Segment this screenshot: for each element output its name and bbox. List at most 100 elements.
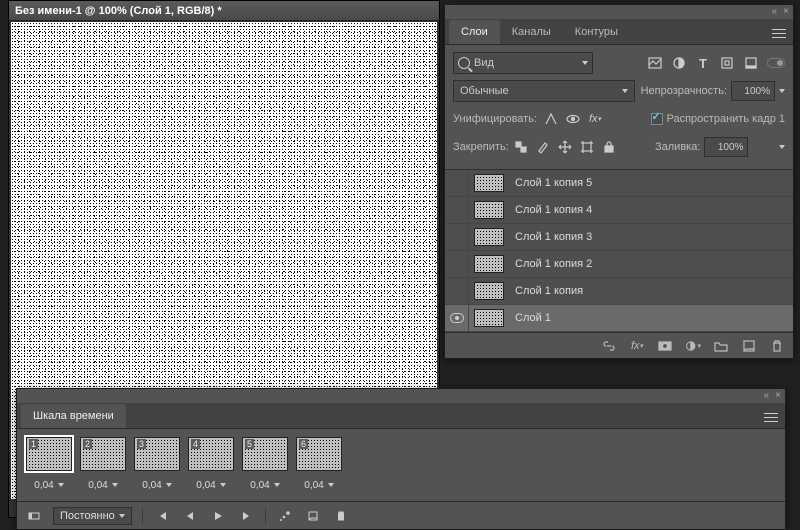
collapse-icon[interactable]: « [772,7,778,17]
frame-thumbnail[interactable]: 2 [80,437,126,471]
chevron-down-icon [622,89,628,93]
chevron-down-icon [58,483,64,487]
image-filter-icon[interactable] [647,55,663,71]
new-layer-icon[interactable] [741,338,757,354]
chevron-down-icon [220,483,226,487]
layer-row[interactable]: Слой 1 копия 5 [445,170,793,197]
shape-filter-icon[interactable] [719,55,735,71]
blend-mode-select[interactable]: Обычные [453,80,635,102]
visibility-toggle[interactable] [445,224,469,250]
delete-frame-icon[interactable] [332,507,350,525]
frame-delay-select[interactable]: 0,04 [81,477,125,493]
frame[interactable]: 30,04 [133,437,181,493]
layer-thumbnail[interactable] [469,278,509,304]
convert-timeline-icon[interactable] [25,507,43,525]
layer-filter-select[interactable] [453,52,593,74]
smart-filter-icon[interactable] [743,55,759,71]
panel-tabs: Слои Каналы Контуры [445,19,793,45]
adjustment-filter-icon[interactable] [671,55,687,71]
layer-row[interactable]: Слой 1 [445,305,793,332]
frame-delay-select[interactable]: 0,04 [189,477,233,493]
link-icon[interactable] [601,338,617,354]
visibility-toggle[interactable] [445,305,469,331]
frame-thumbnail[interactable]: 1 [26,437,72,471]
layer-name[interactable]: Слой 1 копия 5 [509,177,592,189]
frame[interactable]: 10,04 [25,437,73,493]
lock-transparency-icon[interactable] [513,140,529,154]
frame-thumbnail[interactable]: 5 [242,437,288,471]
layer-thumbnail[interactable] [469,305,509,331]
fx-icon[interactable]: fx▾ [629,338,645,354]
frame-thumbnail[interactable]: 6 [296,437,342,471]
filter-toggle[interactable] [767,58,785,68]
layer-thumbnail[interactable] [469,224,509,250]
close-icon[interactable]: × [775,391,781,401]
frame-thumbnail[interactable]: 4 [188,437,234,471]
layer-row[interactable]: Слой 1 копия [445,278,793,305]
document-titlebar[interactable]: Без имени-1 @ 100% (Слой 1, RGB/8) * [9,1,439,21]
type-filter-icon[interactable]: T [695,55,711,71]
frame-delay-select[interactable]: 0,04 [297,477,341,493]
layer-name[interactable]: Слой 1 копия 3 [509,231,592,243]
tab-paths[interactable]: Контуры [563,20,630,44]
layer-thumbnail[interactable] [469,197,509,223]
tab-timeline[interactable]: Шкала времени [21,404,126,428]
frame-number: 2 [83,439,92,449]
visibility-toggle[interactable] [445,197,469,223]
layer-filter-input[interactable] [474,57,534,69]
group-icon[interactable] [713,338,729,354]
lock-pixels-icon[interactable] [535,140,551,154]
frame[interactable]: 50,04 [241,437,289,493]
frame[interactable]: 20,04 [79,437,127,493]
layers-panel-footer: fx▾ ▾ [445,332,793,358]
play-icon[interactable] [209,507,227,525]
layer-name[interactable]: Слой 1 копия [509,285,583,297]
frame-delay-select[interactable]: 0,04 [135,477,179,493]
tab-channels[interactable]: Каналы [500,20,563,44]
chevron-down-icon[interactable] [779,145,785,149]
unify-position-icon[interactable] [543,112,559,126]
chevron-down-icon[interactable] [779,89,785,93]
duplicate-frame-icon[interactable] [304,507,322,525]
collapse-icon[interactable]: « [764,391,770,401]
unify-style-icon[interactable]: fx▾ [587,112,603,126]
layer-name[interactable]: Слой 1 копия 2 [509,258,592,270]
adjustment-icon[interactable]: ▾ [685,338,701,354]
visibility-toggle[interactable] [445,278,469,304]
divider [142,508,143,524]
lock-all-icon[interactable] [601,140,617,154]
panel-window-controls: « × [445,5,793,19]
layer-name[interactable]: Слой 1 [509,312,551,324]
propagate-checkbox[interactable] [651,113,663,125]
next-frame-icon[interactable] [237,507,255,525]
panel-menu-button[interactable] [769,24,789,44]
close-icon[interactable]: × [783,7,789,17]
layer-thumbnail[interactable] [469,170,509,196]
frame[interactable]: 40,04 [187,437,235,493]
visibility-toggle[interactable] [445,251,469,277]
frame[interactable]: 60,04 [295,437,343,493]
panel-menu-button[interactable] [761,408,781,428]
frame-thumbnail[interactable]: 3 [134,437,180,471]
layer-row[interactable]: Слой 1 копия 3 [445,224,793,251]
fill-input[interactable]: 100% [704,137,748,157]
opacity-input[interactable]: 100% [731,81,775,101]
first-frame-icon[interactable] [153,507,171,525]
tab-layers[interactable]: Слои [449,20,500,44]
layer-row[interactable]: Слой 1 копия 4 [445,197,793,224]
frame-number: 3 [137,439,146,449]
frame-delay-select[interactable]: 0,04 [27,477,71,493]
layer-name[interactable]: Слой 1 копия 4 [509,204,592,216]
prev-frame-icon[interactable] [181,507,199,525]
layer-thumbnail[interactable] [469,251,509,277]
layer-row[interactable]: Слой 1 копия 2 [445,251,793,278]
visibility-toggle[interactable] [445,170,469,196]
loop-mode-select[interactable]: Постоянно [53,507,132,525]
tween-icon[interactable] [276,507,294,525]
frame-delay-select[interactable]: 0,04 [243,477,287,493]
lock-position-icon[interactable] [557,140,573,154]
unify-visibility-icon[interactable] [565,112,581,126]
lock-artboard-icon[interactable] [579,140,595,154]
mask-icon[interactable] [657,338,673,354]
trash-icon[interactable] [769,338,785,354]
